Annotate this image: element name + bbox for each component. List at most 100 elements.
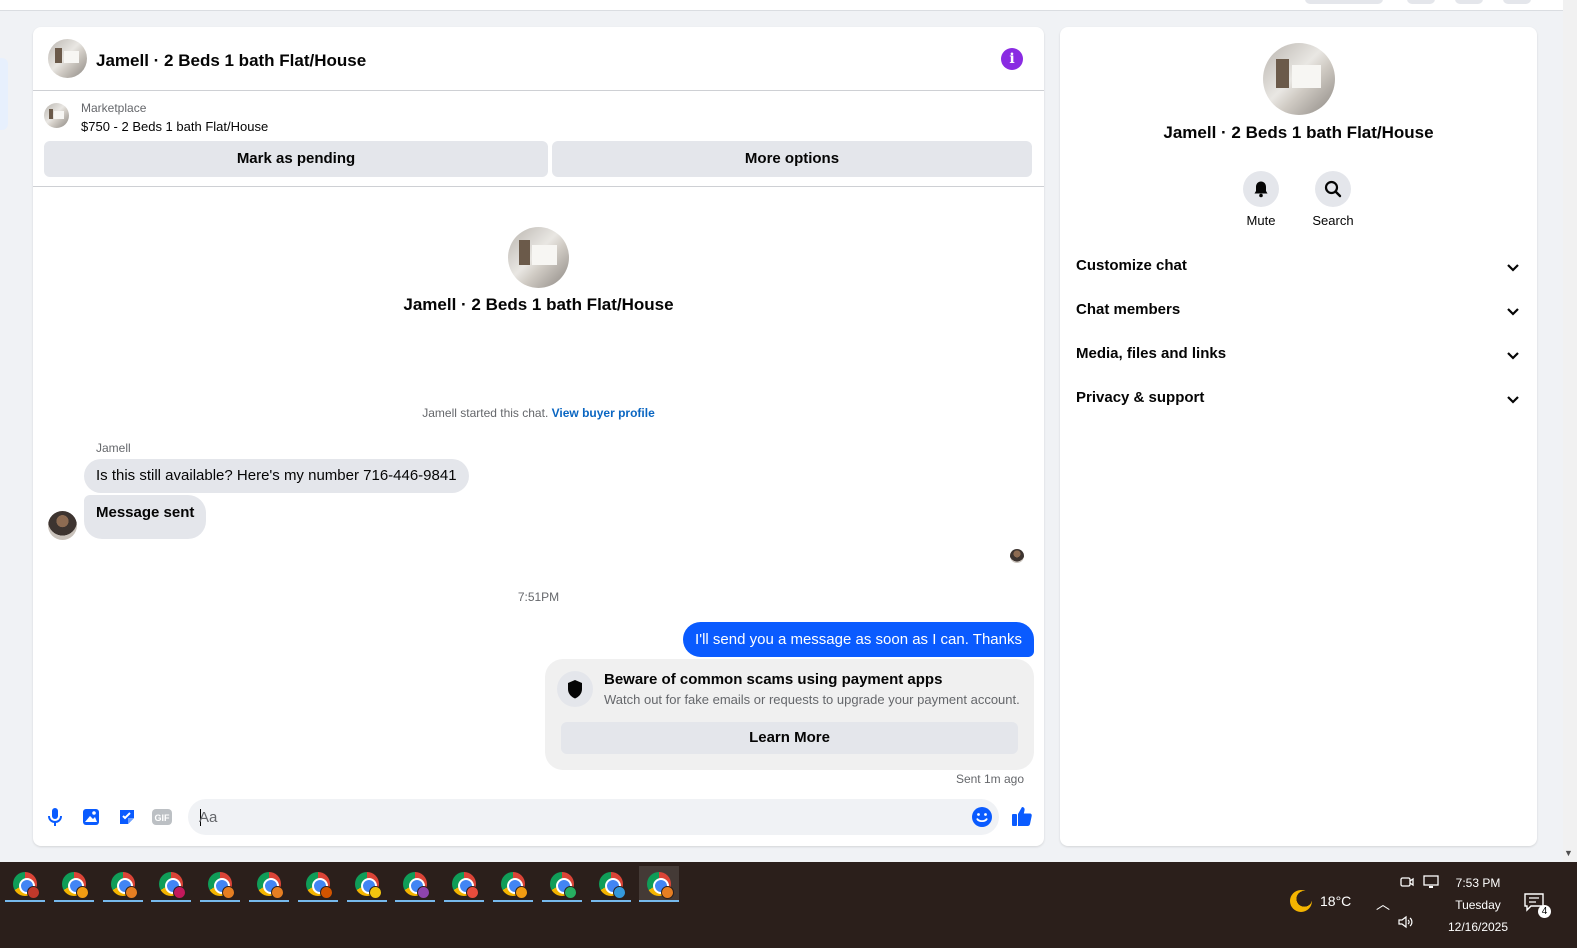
search-label: Search xyxy=(1312,213,1354,228)
listing-title[interactable]: $750 - 2 Beds 1 bath Flat/House xyxy=(81,119,268,134)
notification-count: 4 xyxy=(1538,905,1551,918)
profile-badge-icon xyxy=(27,886,40,899)
shield-icon xyxy=(557,671,593,707)
listing-row: Marketplace $750 - 2 Beds 1 bath Flat/Ho… xyxy=(33,91,1044,187)
chevron-down-icon xyxy=(1507,352,1519,360)
search-icon xyxy=(1315,171,1351,207)
sticker-icon[interactable] xyxy=(116,806,138,828)
learn-more-button[interactable]: Learn More xyxy=(561,722,1018,754)
info-icon[interactable]: i xyxy=(1001,48,1023,70)
chevron-up-icon[interactable]: ︿ xyxy=(1376,894,1390,914)
profile-badge-icon xyxy=(173,886,187,899)
incoming-message[interactable]: Is this still available? Here's my numbe… xyxy=(84,459,469,493)
profile-badge-icon xyxy=(222,886,236,899)
running-indicator xyxy=(541,900,582,902)
scroll-down-arrow[interactable]: ▼ xyxy=(1564,848,1573,858)
section-chat-members[interactable]: Chat members xyxy=(1068,290,1529,332)
section-label: Media, files and links xyxy=(1076,345,1227,362)
left-nav-highlight[interactable] xyxy=(0,58,8,130)
seen-indicator-avatar xyxy=(1010,549,1024,563)
moon-cloud-icon xyxy=(1290,890,1312,912)
microphone-icon[interactable] xyxy=(44,806,66,828)
profile-badge-icon xyxy=(563,886,577,899)
details-name: Jamell · 2 Beds 1 bath Flat/House xyxy=(1163,123,1434,142)
chrome-taskbar-button[interactable] xyxy=(297,866,338,902)
thumbs-up-icon[interactable] xyxy=(1010,804,1034,828)
chrome-taskbar-button[interactable] xyxy=(249,866,289,902)
profile-badge-icon xyxy=(661,886,675,899)
emoji-icon[interactable] xyxy=(971,806,993,828)
listing-avatar[interactable] xyxy=(48,39,87,78)
gif-icon[interactable]: GIF xyxy=(151,806,173,828)
more-options-button[interactable]: More options xyxy=(552,141,1032,177)
scam-warning-description: Watch out for fake emails or requests to… xyxy=(604,692,1020,707)
system-clock[interactable]: 7:53 PM Tuesday 12/16/2025 xyxy=(1440,872,1516,938)
running-indicator xyxy=(249,900,289,902)
top-nav-avatar[interactable] xyxy=(1503,0,1531,4)
chat-panel: Jamell · 2 Beds 1 bath Flat/House i Mark… xyxy=(33,27,1044,846)
chrome-taskbar-button[interactable] xyxy=(200,866,241,902)
system-message: Jamell started this chat. View buyer pro… xyxy=(33,406,1044,420)
message-input[interactable] xyxy=(199,799,959,835)
profile-badge-icon xyxy=(75,886,89,899)
chrome-taskbar-button[interactable] xyxy=(395,866,436,902)
clock-date: 12/16/2025 xyxy=(1447,920,1509,934)
section-label: Chat members xyxy=(1076,301,1181,318)
mute-label: Mute xyxy=(1246,213,1276,228)
view-buyer-profile-link[interactable]: View buyer profile xyxy=(552,406,655,420)
chrome-taskbar-button[interactable] xyxy=(493,866,533,902)
notification-center-button[interactable]: 4 xyxy=(1523,892,1551,918)
top-nav-pill[interactable] xyxy=(1305,0,1383,4)
profile-badge-icon xyxy=(466,886,480,899)
chrome-taskbar-button[interactable] xyxy=(102,866,143,902)
listing-source: Marketplace xyxy=(81,101,147,115)
running-indicator xyxy=(493,900,533,902)
clock-time: 7:53 PM xyxy=(1455,876,1501,890)
chevron-down-icon xyxy=(1507,396,1519,404)
chrome-taskbar-button[interactable] xyxy=(5,866,45,902)
weather-widget[interactable]: 18°C xyxy=(1290,890,1351,912)
mark-as-pending-button[interactable]: Mark as pending xyxy=(44,141,548,177)
photo-icon[interactable] xyxy=(80,806,102,828)
volume-icon[interactable] xyxy=(1397,914,1415,933)
running-indicator xyxy=(151,900,192,902)
chat-title[interactable]: Jamell · 2 Beds 1 bath Flat/House xyxy=(96,51,366,71)
clock-day: Tuesday xyxy=(1455,898,1501,912)
sender-avatar[interactable] xyxy=(48,511,77,540)
chevron-down-icon xyxy=(1507,264,1519,272)
chrome-taskbar-button[interactable] xyxy=(53,866,94,902)
section-privacy-support[interactable]: Privacy & support xyxy=(1068,378,1529,420)
running-indicator xyxy=(346,900,387,902)
chat-header: Jamell · 2 Beds 1 bath Flat/House i xyxy=(33,27,1044,91)
top-nav-button[interactable] xyxy=(1407,0,1435,4)
details-avatar[interactable] xyxy=(1263,43,1335,115)
section-media-files-links[interactable]: Media, files and links xyxy=(1068,334,1529,376)
chrome-taskbar-button[interactable] xyxy=(346,866,387,902)
composer: GIF xyxy=(33,792,1044,846)
chevron-down-icon xyxy=(1507,308,1519,316)
search-button[interactable]: Search xyxy=(1303,171,1363,228)
listing-thumbnail[interactable] xyxy=(44,103,69,128)
sender-name: Jamell xyxy=(96,441,131,455)
running-indicator xyxy=(200,900,241,902)
top-nav-button[interactable] xyxy=(1455,0,1483,4)
meet-icon[interactable] xyxy=(1399,874,1415,893)
outgoing-message[interactable]: I'll send you a message as soon as I can… xyxy=(683,622,1034,657)
chrome-taskbar-button[interactable] xyxy=(590,866,631,902)
mute-button[interactable]: Mute xyxy=(1231,171,1291,228)
running-indicator xyxy=(444,900,485,902)
incoming-message[interactable]: Message sent xyxy=(84,495,207,539)
chrome-taskbar-button[interactable] xyxy=(151,866,192,902)
profile-badge-icon xyxy=(124,886,138,899)
svg-text:GIF: GIF xyxy=(155,813,171,823)
section-customize-chat[interactable]: Customize chat xyxy=(1068,246,1529,288)
message-input-box[interactable] xyxy=(188,799,999,835)
chrome-taskbar-button[interactable] xyxy=(444,866,485,902)
system-text: Jamell started this chat. xyxy=(422,406,549,420)
chrome-taskbar-button[interactable] xyxy=(541,866,582,902)
chrome-taskbar-button[interactable] xyxy=(639,866,680,902)
page-scrollbar[interactable] xyxy=(1563,0,1577,862)
network-icon[interactable] xyxy=(1422,874,1440,893)
message-timestamp: 7:51PM xyxy=(517,590,560,604)
chat-details-panel: Jamell · 2 Beds 1 bath Flat/House Mute S… xyxy=(1060,27,1537,846)
